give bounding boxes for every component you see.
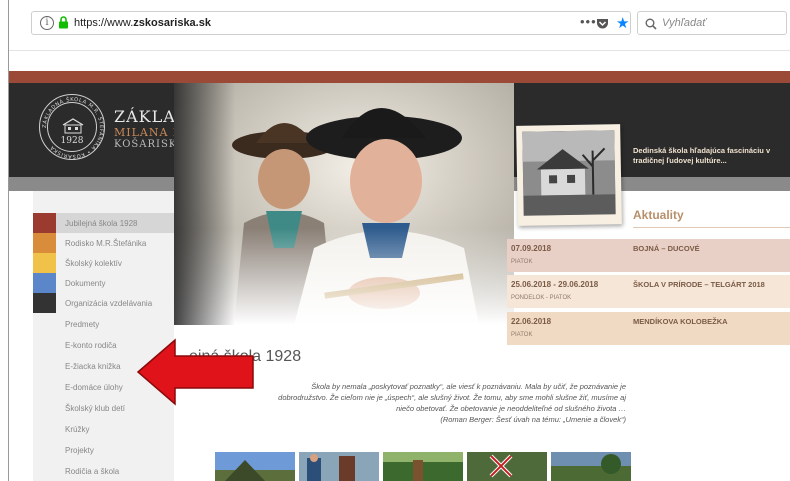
menu-item-jubilejna-skola[interactable]: Jubilejná škola 1928 [33,213,174,233]
search-bar[interactable]: Vyhľadať [637,11,787,35]
menu-item-skolsky-kolektiv[interactable]: Školský kolektív [33,253,174,273]
news-title-link[interactable]: BOJNÁ – DUCOVÉ [633,244,700,253]
search-placeholder: Vyhľadať [662,17,707,29]
browser-window: i https://www.zskosariska.sk ••• ★ Vyhľa… [8,0,790,481]
quote-line: (Roman Berger: Šesť úvah na tému: „Umeni… [440,415,626,424]
menu-item-label: Jubilejná škola 1928 [65,219,138,228]
menu-swatch [33,253,56,273]
menu-swatch [33,293,56,313]
news-item[interactable]: 07.09.2018 PIATOK BOJNÁ – DUCOVÉ [507,239,790,272]
menu-item-label: Projekty [65,446,94,455]
menu-item-predmety[interactable]: Predmety [33,314,174,334]
menu-item-rodisko[interactable]: Rodisko M.R.Štefánika [33,233,174,253]
more-icon[interactable]: ••• [580,14,597,29]
quote-line: Škola by nemala „poskytovať poznatky“, a… [311,382,626,391]
menu-item-label: E-žiacka knižka [65,362,121,371]
news-item[interactable]: 22.06.2018 PIATOK MENDÍKOVA KOLOBEŽKA [507,312,790,345]
menu-item-kruzky[interactable]: Krúžky [33,419,174,439]
news-title-link[interactable]: ŠKOLA V PRÍRODE – TELGÁRT 2018 [633,280,765,289]
bookmark-star-icon[interactable]: ★ [616,14,629,32]
menu-swatch [33,213,56,233]
gallery-thumbnail[interactable] [467,452,547,481]
quote-line: niečo obetovať. Že obetovanie je neoddel… [396,404,626,413]
news-date: 22.06.2018 [511,317,552,326]
old-school-photo [522,130,616,216]
seal-year: 1928 [60,136,84,146]
news-date: 25.06.2018 - 29.06.2018 [511,280,599,289]
menu-item-label: Školský kolektív [65,259,122,268]
menu-item-label: Dokumenty [65,279,106,288]
lock-icon[interactable] [58,16,69,34]
menu-item-rodicia-a-skola[interactable]: Rodičia a škola [33,461,174,481]
menu-item-label: E-domáce úlohy [65,383,123,392]
menu-item-organizacia[interactable]: Organizácia vzdelávania [33,293,174,313]
gallery-thumbnail[interactable] [551,452,631,481]
news-date: 07.09.2018 [511,244,552,253]
menu-item-dokumenty[interactable]: Dokumenty [33,273,174,293]
news-title-link[interactable]: MENDÍKOVA KOLOBEŽKA [633,317,728,326]
gallery-thumbnail[interactable] [215,452,295,481]
info-icon[interactable]: i [40,16,54,30]
quote-line: dobrodružstvo. Že cieľom nie je „úspech“… [278,393,626,402]
news-heading-divider [633,227,790,228]
news-day: PIATOK [511,332,533,338]
header-top-stripe [9,71,790,83]
menu-swatch [33,233,56,253]
photo-fade [174,83,514,325]
news-item[interactable]: 25.06.2018 - 29.06.2018 PONDELOK - PIATO… [507,275,790,308]
seal-inner-ring: 1928 [47,102,97,152]
menu-item-label: Krúžky [65,425,90,434]
school-building-icon [62,118,84,134]
menu-item-label: Rodičia a škola [65,467,120,476]
url-domain: zskosariska.sk [133,17,211,29]
gallery-thumbnail[interactable] [383,452,463,481]
menu-item-label: Organizácia vzdelávania [65,299,153,308]
menu-item-label: Školský klub detí [65,404,126,413]
search-icon [645,17,657,35]
menu-item-label: Rodisko M.R.Štefánika [65,239,147,248]
school-seal-logo[interactable]: ZÁKLADNÁ ŠKOLA M.R. ŠTEFÁNIKA • KOŠARISK… [39,94,105,160]
menu-item-projekty[interactable]: Projekty [33,440,174,460]
red-arrow-icon [136,338,254,406]
gallery-thumbnail[interactable] [299,452,379,481]
menu-swatch [33,273,56,293]
url-prefix: https://www. [74,17,134,29]
news-day: PONDELOK - PIATOK [511,295,572,301]
address-bar[interactable]: i https://www.zskosariska.sk ••• ★ [31,11,631,35]
photo-gallery [215,452,631,481]
news-day: PIATOK [511,259,533,265]
url-text[interactable]: https://www.zskosariska.sk [74,17,211,29]
article-quote: Škola by nemala „poskytovať poznatky“, a… [209,381,626,425]
chrome-divider [9,50,790,51]
menu-item-label: E-konto rodiča [65,341,117,350]
polaroid-photo [516,124,622,226]
menu-item-label: Predmety [65,320,100,329]
pocket-icon[interactable] [596,17,609,35]
news-heading: Aktuality [633,208,684,222]
header-tagline: Dedinská škola hľadajúca fascináciu v tr… [633,146,771,165]
